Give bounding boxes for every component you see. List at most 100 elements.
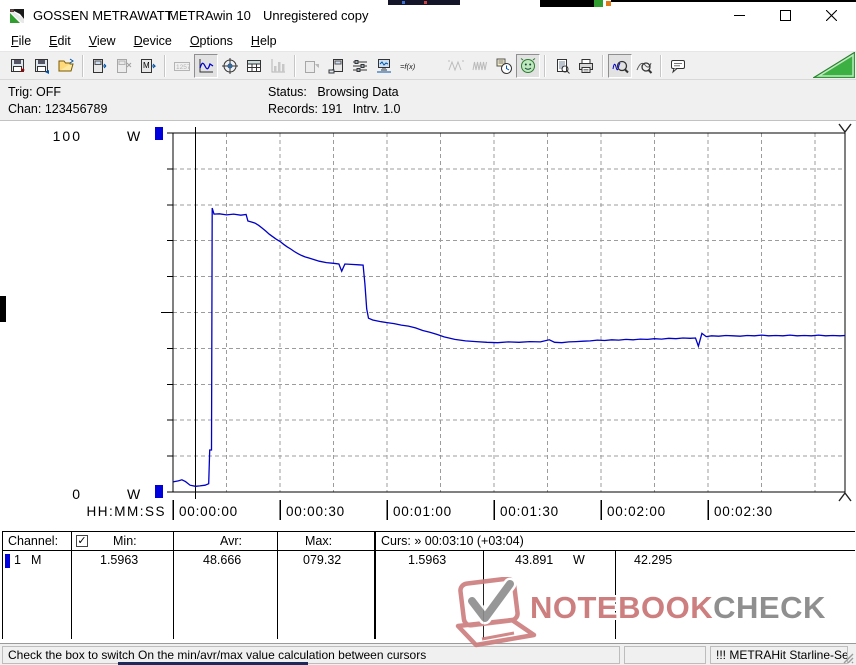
table-view-icon — [245, 57, 263, 75]
svg-text:W: W — [127, 128, 141, 144]
device-clear-button[interactable] — [112, 54, 136, 78]
close-icon — [826, 10, 837, 21]
maximize-icon — [780, 10, 791, 21]
chan-list: Chan: 123456789 — [8, 102, 107, 116]
scope-view-icon — [221, 57, 239, 75]
menu-edit[interactable]: Edit — [40, 32, 80, 50]
trend-chart[interactable]: 00:00:0000:00:3000:01:0000:01:3000:02:00… — [0, 121, 856, 531]
title-product-name: METRAwin 10 — [168, 0, 251, 31]
maximize-button[interactable] — [762, 0, 808, 31]
value-avr: 48.666 — [203, 553, 241, 567]
toolbar-separator — [602, 55, 604, 77]
save-as-button[interactable] — [30, 54, 54, 78]
svg-text:0: 0 — [72, 486, 82, 502]
wave-single-icon — [447, 57, 465, 75]
col-header-cursors: Curs: » 00:03:10 (+03:04) — [381, 534, 524, 548]
table-divider — [483, 551, 484, 639]
menu-view[interactable]: View — [80, 32, 125, 50]
trend-view-icon — [197, 57, 215, 75]
toolbar-separator — [82, 55, 84, 77]
value-cursor2: 43.891 — [515, 553, 553, 567]
screen-artifact — [594, 0, 603, 7]
trend-chart-panel: 00:00:0000:00:3000:01:0000:01:3000:02:00… — [0, 121, 856, 531]
menu-bar: FileEditViewDeviceOptionsHelp — [0, 31, 856, 51]
alarm-smiley-icon — [519, 57, 537, 75]
device-store-icon — [327, 57, 345, 75]
app-icon — [9, 8, 25, 24]
menu-options[interactable]: Options — [181, 32, 242, 50]
toolbar-resize-triangle-icon[interactable] — [813, 52, 855, 78]
table-view-button[interactable] — [242, 54, 266, 78]
measurement-table: Channel: ✓ Min: Avr: Max: Curs: » 00:03:… — [0, 531, 856, 639]
menu-device[interactable]: Device — [125, 32, 181, 50]
numeric-view-icon: 1257 — [173, 57, 191, 75]
online-monitor-button[interactable] — [372, 54, 396, 78]
device-read-button[interactable] — [88, 54, 112, 78]
close-button[interactable] — [808, 0, 854, 31]
screen-artifact — [540, 0, 600, 7]
memory-read-icon: M — [139, 57, 157, 75]
notes-button[interactable] — [666, 54, 690, 78]
save-as-icon — [33, 57, 51, 75]
trig-status: Trig: OFF — [8, 85, 61, 99]
formula-icon: =f(x) — [399, 57, 417, 75]
menu-file[interactable]: File — [2, 32, 40, 50]
alarm-smiley-button[interactable] — [516, 54, 540, 78]
trend-view-button[interactable] — [194, 54, 218, 78]
value-cursor2-unit: W — [573, 553, 585, 567]
col-header-min: Min: — [113, 534, 137, 548]
zoom-trend-button[interactable] — [608, 54, 632, 78]
device-program-button[interactable] — [420, 54, 444, 78]
open-file-button[interactable] — [54, 54, 78, 78]
col-header-avr: Avr: — [220, 534, 242, 548]
numeric-view-button[interactable]: 1257 — [170, 54, 194, 78]
svg-text:1257: 1257 — [176, 64, 191, 71]
open-file-icon — [57, 57, 75, 75]
device-store-button[interactable] — [324, 54, 348, 78]
resize-grip-icon[interactable] — [842, 652, 855, 665]
zoom-curve-icon — [635, 57, 653, 75]
save-file-button[interactable] — [6, 54, 30, 78]
bar-view-button[interactable] — [266, 54, 290, 78]
minimize-icon — [734, 10, 745, 21]
zoom-trend-icon — [611, 57, 629, 75]
table-divider — [615, 551, 616, 639]
wave-multi-icon — [471, 57, 489, 75]
records-count: Records: 191 Intrv. 1.0 — [268, 102, 400, 116]
table-divider — [71, 532, 72, 639]
menu-help[interactable]: Help — [242, 32, 286, 50]
table-divider — [277, 532, 278, 639]
status-message: Check the box to switch On the min/avr/m… — [2, 646, 620, 664]
print-button[interactable] — [574, 54, 598, 78]
svg-text:00:00:00: 00:00:00 — [179, 504, 238, 519]
device-settings-button[interactable] — [348, 54, 372, 78]
device-config-read-button[interactable] — [300, 54, 324, 78]
zoom-curve-button[interactable] — [632, 54, 656, 78]
value-min: 1.5963 — [100, 553, 138, 567]
table-divider-thick — [374, 532, 376, 639]
col-header-max: Max: — [305, 534, 332, 548]
status-device-name: !!! METRAHit Starline-Se — [710, 646, 848, 664]
value-cursor1: 1.5963 — [408, 553, 446, 567]
minimize-button[interactable] — [716, 0, 762, 31]
toolbar-separator — [294, 55, 296, 77]
minmax-between-cursors-checkbox[interactable]: ✓ — [76, 535, 88, 547]
scope-view-button[interactable] — [218, 54, 242, 78]
title-app-name: GOSSEN METRAWATT — [33, 0, 173, 31]
memory-read-button[interactable]: M — [136, 54, 160, 78]
toolbar-separator — [544, 55, 546, 77]
notes-icon — [669, 57, 687, 75]
print-preview-button[interactable] — [550, 54, 574, 78]
app-window: GOSSEN METRAWATT METRAwin 10 Unregistere… — [0, 0, 856, 665]
formula-button[interactable]: =f(x) — [396, 54, 420, 78]
svg-text:100: 100 — [53, 128, 82, 144]
timer-clock-button[interactable] — [492, 54, 516, 78]
svg-text:=f(x): =f(x) — [400, 62, 416, 71]
wave-multi-button[interactable] — [468, 54, 492, 78]
wave-single-button[interactable] — [444, 54, 468, 78]
screen-artifact — [0, 296, 6, 322]
svg-text:W: W — [127, 486, 141, 502]
svg-text:HH:MM:SS: HH:MM:SS — [87, 504, 167, 519]
timer-clock-icon — [495, 57, 513, 75]
svg-text:00:01:30: 00:01:30 — [500, 504, 559, 519]
